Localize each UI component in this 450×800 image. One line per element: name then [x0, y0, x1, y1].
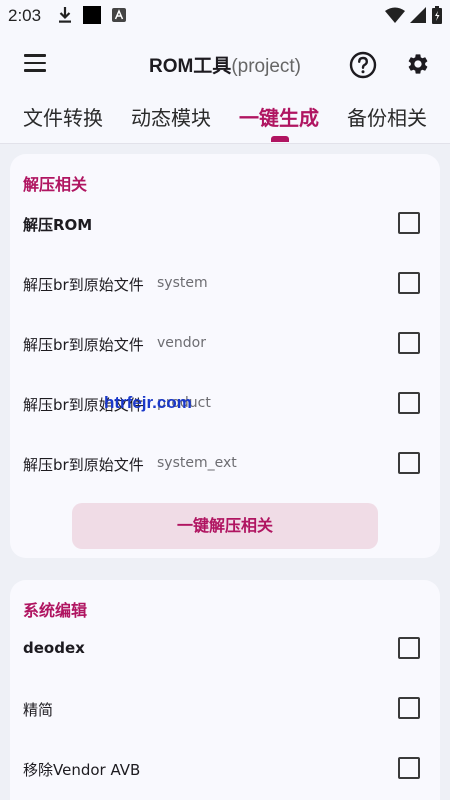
option-value: system_ext — [157, 455, 237, 471]
checkbox-extract-rom[interactable] — [398, 212, 420, 234]
tab-backup[interactable]: 备份相关 — [347, 102, 427, 131]
settings-icon[interactable] — [406, 52, 430, 76]
checkbox-slim[interactable] — [398, 697, 420, 719]
checkbox-deodex[interactable] — [398, 637, 420, 659]
option-label: 精简 — [23, 701, 54, 719]
signal-icon — [410, 7, 426, 23]
option-value: vendor — [157, 335, 206, 351]
tab-one-click-generate[interactable]: 一键生成 — [239, 102, 319, 131]
option-row-remove-vendor-avb[interactable]: 移除Vendor AVB — [10, 749, 440, 789]
section-title-extract: 解压相关 — [23, 175, 88, 194]
option-label: 解压br到原始文件 — [23, 456, 144, 474]
tab-dynamic-module[interactable]: 动态模块 — [131, 102, 211, 131]
option-row-br-system-ext[interactable]: 解压br到原始文件 system_ext — [10, 444, 440, 484]
tab-bar: 文件转换 动态模块 一键生成 备份相关 — [0, 98, 450, 144]
option-row-br-vendor[interactable]: 解压br到原始文件 vendor — [10, 324, 440, 364]
battery-icon — [432, 6, 442, 24]
option-label: 解压br到原始文件 — [23, 276, 144, 294]
title-sub: (project) — [231, 56, 301, 77]
option-value: system — [157, 275, 208, 291]
option-row-slim[interactable]: 精简 — [10, 689, 440, 729]
checkbox-remove-vendor-avb[interactable] — [398, 757, 420, 779]
app-bar: ROM工具(project) — [0, 32, 450, 98]
status-time: 2:03 — [8, 6, 42, 25]
status-bar: 2:03 — [0, 0, 450, 32]
title-main: ROM工具 — [148, 56, 232, 77]
option-row-deodex[interactable]: deodex — [10, 629, 440, 669]
page-title: ROM工具(project) — [0, 51, 450, 78]
help-icon[interactable] — [349, 51, 377, 79]
section-title-system-edit: 系统编辑 — [23, 601, 88, 620]
checkbox-br-product[interactable] — [398, 392, 420, 414]
checkbox-br-vendor[interactable] — [398, 332, 420, 354]
option-row-extract-rom[interactable]: 解压ROM — [10, 204, 440, 244]
option-label: 解压br到原始文件 — [23, 336, 144, 354]
checkbox-br-system-ext[interactable] — [398, 452, 420, 474]
system-edit-section-card: 系统编辑 deodex 精简 移除Vendor AVB — [10, 580, 440, 800]
option-row-br-product[interactable]: 解压br到原始文件 product — [10, 384, 440, 424]
tab-file-convert[interactable]: 文件转换 — [23, 102, 103, 131]
watermark: htrfejr.com — [104, 393, 192, 412]
wifi-icon — [385, 7, 405, 23]
active-tab-indicator — [271, 136, 289, 142]
one-click-extract-button[interactable]: 一键解压相关 — [72, 503, 378, 549]
option-label: deodex — [23, 639, 85, 657]
app-a-icon — [112, 8, 126, 22]
checkbox-br-system[interactable] — [398, 272, 420, 294]
option-row-br-system[interactable]: 解压br到原始文件 system — [10, 264, 440, 304]
download-icon — [59, 7, 71, 23]
extract-section-card: 解压相关 解压ROM 解压br到原始文件 system 解压br到原始文件 ve… — [10, 154, 440, 558]
option-label: 移除Vendor AVB — [23, 761, 141, 779]
option-label: 解压ROM — [23, 216, 93, 234]
black-square-icon — [83, 6, 101, 24]
